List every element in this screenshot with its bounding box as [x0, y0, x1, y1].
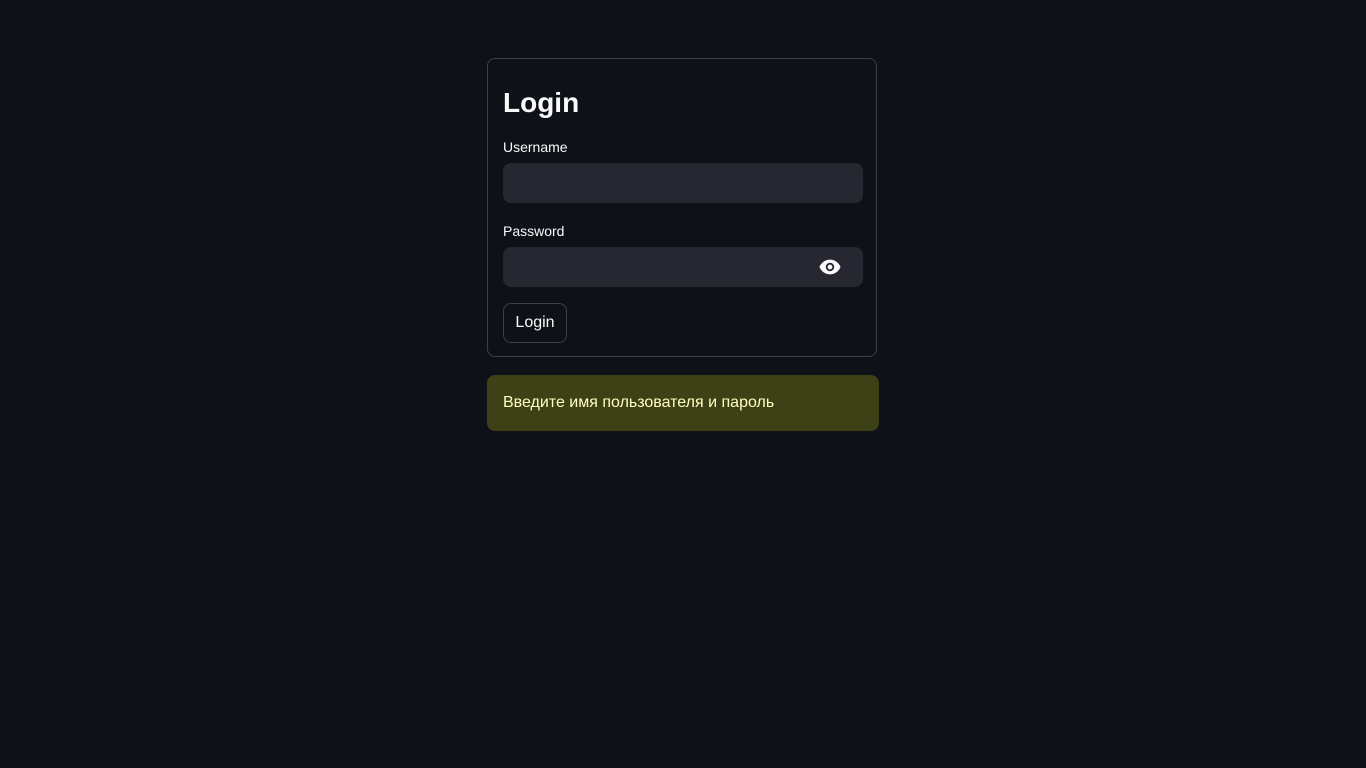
password-label: Password: [503, 223, 565, 239]
alert-message: Введите имя пользователя и пароль: [503, 394, 775, 411]
password-input[interactable]: [503, 247, 863, 287]
login-button[interactable]: Login: [503, 303, 567, 343]
eye-icon: [819, 259, 841, 275]
username-input[interactable]: [503, 163, 863, 203]
app-container: Login Username Password Login Введите им…: [0, 0, 1366, 768]
show-password-toggle[interactable]: [810, 247, 850, 287]
username-label: Username: [503, 139, 568, 155]
warning-alert: Введите имя пользователя и пароль: [487, 375, 879, 431]
login-form: Login Username Password Login: [487, 58, 877, 357]
form-title: Login: [503, 87, 580, 118]
